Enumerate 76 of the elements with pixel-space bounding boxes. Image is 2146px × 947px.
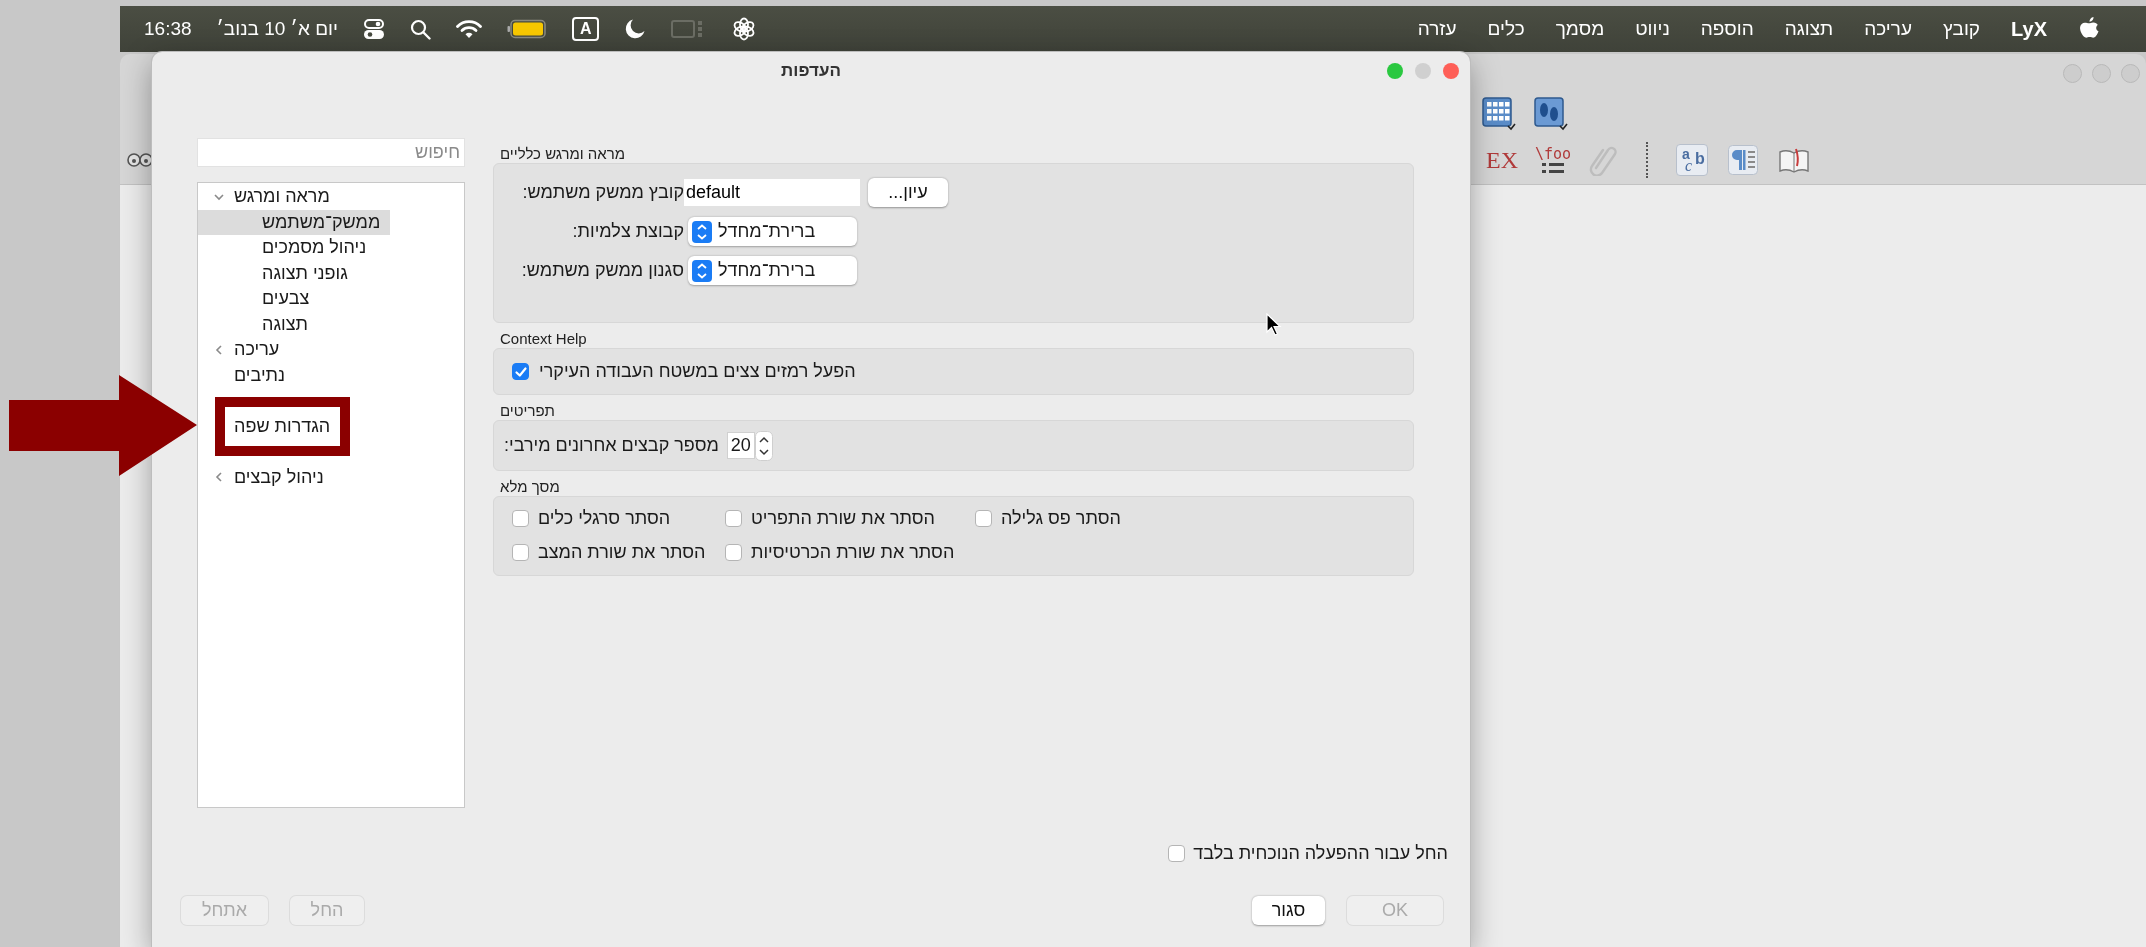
tree-item[interactable]: מראה ומרגש bbox=[198, 184, 340, 210]
checkbox-label: הסתר את שורת הכרטיסיות bbox=[751, 542, 955, 563]
menu-item[interactable]: עריכה bbox=[1864, 18, 1912, 40]
dropdown[interactable]: ברירת־מחדל bbox=[688, 256, 857, 285]
menu-item[interactable]: עזרה bbox=[1417, 18, 1457, 40]
glasses-icon[interactable] bbox=[127, 151, 153, 169]
checkbox[interactable] bbox=[725, 544, 742, 561]
group-title: מראה ומרגש כלליים bbox=[499, 145, 627, 163]
tree-item[interactable]: ניהול מסמכים bbox=[198, 235, 377, 261]
field-label: קבוצת צלמיות: bbox=[571, 221, 684, 242]
menu-item[interactable]: כלים bbox=[1487, 18, 1525, 40]
menu-item[interactable]: קובץ bbox=[1942, 18, 1981, 40]
checkbox[interactable] bbox=[512, 363, 529, 380]
book-icon[interactable] bbox=[1778, 146, 1810, 174]
macro-icon[interactable]: \foo bbox=[1538, 146, 1568, 174]
stepper-icon bbox=[754, 430, 773, 461]
footprints-icon[interactable] bbox=[1534, 97, 1568, 131]
field-label: סגנון ממשק משתמש: bbox=[520, 260, 684, 281]
menu-item[interactable]: מסמך bbox=[1555, 18, 1605, 40]
tree-item[interactable]: צבעים bbox=[198, 286, 320, 312]
group-title: תפריטים bbox=[499, 402, 556, 420]
checkbox-label: הסתר פס גלילה bbox=[1001, 508, 1121, 529]
app-menu[interactable]: LyX bbox=[2011, 17, 2047, 41]
checkbox-label: הסתר את שורת התפריט bbox=[751, 508, 936, 529]
tree-item[interactable]: ניהול קבצים bbox=[198, 464, 334, 490]
input-source-button[interactable]: A bbox=[571, 17, 600, 41]
updown-icon bbox=[692, 259, 712, 282]
tree-item[interactable]: תצוגה bbox=[198, 311, 318, 337]
dropdown[interactable]: ברירת־מחדל bbox=[688, 217, 857, 246]
checkbox-label: הפעל רמזים צצים במשטח העבודה העיקרי bbox=[539, 361, 856, 382]
dialog-button[interactable]: סגור bbox=[1252, 896, 1325, 925]
zoom-button[interactable] bbox=[1387, 63, 1403, 79]
field-label: מספר קבצים אחרונים מירבי: bbox=[504, 435, 719, 456]
browse-button[interactable]: ...עיון bbox=[868, 178, 948, 207]
menu-item[interactable]: ניווט bbox=[1635, 18, 1670, 40]
minimize-button[interactable] bbox=[1415, 63, 1431, 79]
group-title: Context Help bbox=[499, 330, 588, 348]
close-button[interactable] bbox=[1443, 63, 1459, 79]
checkbox-label: הסתר סרגלי כלים bbox=[538, 508, 671, 529]
window-button[interactable] bbox=[2092, 63, 2111, 83]
checkbox-label: הסתר את שורת המצב bbox=[538, 542, 706, 563]
checkbox[interactable] bbox=[512, 544, 529, 561]
menu-item[interactable]: תצוגה bbox=[1784, 18, 1834, 40]
updown-icon bbox=[692, 220, 712, 243]
tree-item[interactable]: גופני תצוגה bbox=[198, 260, 358, 286]
date[interactable]: יום א׳ 10 בנוב׳ bbox=[216, 18, 338, 40]
pilcrow-icon[interactable] bbox=[1728, 145, 1758, 175]
tree-item[interactable]: ממשק־משתמש bbox=[198, 209, 391, 235]
search-icon[interactable] bbox=[409, 18, 431, 40]
battery-icon[interactable] bbox=[506, 19, 547, 39]
knot-icon[interactable] bbox=[732, 17, 757, 41]
paperclip-icon[interactable] bbox=[1588, 144, 1618, 176]
group-title: מסך מלא bbox=[499, 478, 561, 496]
checkbox[interactable] bbox=[725, 510, 742, 527]
file-field[interactable]: default bbox=[684, 179, 860, 206]
tex-icon[interactable]: EX bbox=[1486, 146, 1518, 174]
checkbox[interactable] bbox=[512, 510, 529, 527]
tree-item[interactable]: נתיבים bbox=[226, 362, 289, 388]
window-title: העדפות bbox=[781, 61, 841, 81]
table-icon[interactable] bbox=[1482, 97, 1516, 131]
list-lines-icon bbox=[1540, 162, 1566, 174]
checkbox-label: החל עבור ההפעלה הנוכחית בלבד bbox=[1193, 842, 1448, 864]
window-button[interactable] bbox=[2121, 63, 2140, 83]
moon-icon[interactable] bbox=[624, 18, 647, 40]
tree-item[interactable]: עריכה bbox=[198, 337, 290, 363]
checkbox[interactable] bbox=[975, 510, 992, 527]
wifi-icon[interactable] bbox=[455, 19, 482, 39]
tree-item[interactable]: הגדרות שפה bbox=[226, 413, 334, 439]
field-label: קובץ ממשק משתמש: bbox=[521, 182, 684, 203]
search-field[interactable]: חיפוש bbox=[197, 138, 465, 167]
window-button[interactable] bbox=[2063, 63, 2082, 83]
clock[interactable]: 16:38 bbox=[144, 18, 192, 40]
toggle-icon[interactable] bbox=[362, 18, 385, 40]
menu-item[interactable]: הוספה bbox=[1700, 18, 1754, 40]
pointer-icon bbox=[1266, 313, 1282, 337]
checkbox[interactable] bbox=[1168, 844, 1186, 862]
